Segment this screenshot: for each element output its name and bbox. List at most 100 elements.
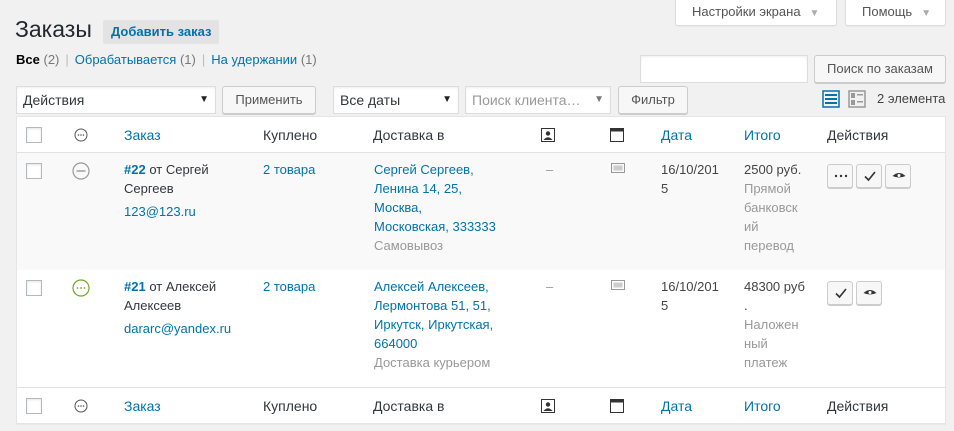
view-all-count: (2) bbox=[43, 52, 60, 67]
view-onhold-link[interactable]: На удержании bbox=[211, 52, 297, 67]
ellipsis-icon bbox=[834, 174, 848, 178]
payment-method: перевод bbox=[744, 238, 795, 253]
page-title: Заказы bbox=[15, 16, 92, 42]
order-date-line: 16/10/201 bbox=[661, 162, 719, 177]
address-line[interactable]: Москва, bbox=[374, 200, 422, 215]
orders-table: Заказ Куплено Доставка в Дата Итого Дейс… bbox=[16, 116, 946, 424]
column-actions: Действия bbox=[827, 127, 889, 143]
order-number-link[interactable]: #21 bbox=[124, 279, 146, 294]
status-column-icon bbox=[74, 399, 88, 413]
order-total: 2500 руб. Прямой банковск ий перевод bbox=[744, 160, 814, 255]
table-footer: Заказ Куплено Доставка в Дата Итого Дейс… bbox=[17, 387, 945, 423]
order-customer: от Сергей bbox=[149, 162, 209, 177]
filter-button[interactable]: Фильтр bbox=[618, 86, 688, 114]
customer-message-empty: – bbox=[546, 279, 554, 294]
view-processing-link[interactable]: Обрабатывается bbox=[75, 52, 177, 67]
bulk-actions-value: Действия bbox=[23, 92, 85, 108]
address-line[interactable]: Сергей Сергеев, bbox=[374, 162, 474, 177]
order-date-line: 16/10/201 bbox=[661, 279, 719, 294]
payment-method: банковск bbox=[744, 200, 798, 215]
column-order[interactable]: Заказ bbox=[124, 388, 161, 424]
order-date: 16/10/201 5 bbox=[661, 277, 719, 315]
customer-email-link[interactable]: 123@123.ru bbox=[124, 202, 196, 221]
status-onhold-icon bbox=[72, 162, 90, 180]
purchased-items-link[interactable]: 2 товара bbox=[263, 160, 315, 179]
order-notes-icon bbox=[610, 399, 624, 413]
total-amount: . bbox=[744, 298, 748, 313]
customer-message-empty: – bbox=[546, 162, 554, 177]
column-date[interactable]: Дата bbox=[661, 117, 692, 153]
column-total[interactable]: Итого bbox=[744, 388, 781, 424]
checkmark-icon bbox=[864, 171, 876, 182]
payment-method: Прямой bbox=[744, 181, 791, 196]
view-button[interactable] bbox=[856, 281, 882, 305]
processing-button[interactable] bbox=[827, 164, 853, 188]
list-view-icon[interactable] bbox=[822, 90, 840, 108]
excerpt-view-icon[interactable] bbox=[848, 90, 866, 108]
dropdown-arrow-icon: ▼ bbox=[199, 94, 209, 105]
status-processing-icon bbox=[72, 279, 90, 297]
eye-icon bbox=[892, 173, 906, 178]
order-date-line: 5 bbox=[661, 181, 669, 196]
row-checkbox[interactable] bbox=[26, 280, 42, 296]
column-total[interactable]: Итого bbox=[744, 117, 781, 153]
add-order-button[interactable]: Добавить заказ bbox=[103, 20, 220, 44]
order-note-icon[interactable] bbox=[611, 163, 625, 175]
customer-search-placeholder: Поиск клиента… bbox=[472, 92, 581, 108]
checkmark-icon bbox=[835, 288, 847, 299]
payment-method: ий bbox=[744, 219, 759, 234]
caret-down-icon: ▼ bbox=[809, 8, 820, 19]
order-title: #22 от Сергей Сергеев bbox=[124, 160, 254, 198]
customer-search-select[interactable]: Поиск клиента… ▼ bbox=[465, 86, 611, 114]
address-line[interactable]: Лермонтова 51, 51, bbox=[374, 298, 491, 313]
order-note-icon[interactable] bbox=[611, 280, 625, 292]
order-customer: от Алексей bbox=[149, 279, 217, 294]
complete-button[interactable] bbox=[856, 164, 882, 188]
payment-method: Наложен bbox=[744, 317, 799, 332]
column-ship-to: Доставка в bbox=[373, 127, 445, 143]
caret-down-icon: ▼ bbox=[921, 8, 932, 19]
apply-button[interactable]: Применить bbox=[222, 86, 316, 114]
row-checkbox[interactable] bbox=[26, 163, 42, 179]
dropdown-arrow-icon: ▼ bbox=[442, 94, 452, 105]
shipping-method: Доставка курьером bbox=[374, 355, 491, 370]
column-purchased: Куплено bbox=[263, 127, 318, 143]
column-date[interactable]: Дата bbox=[661, 388, 692, 424]
shipping-method: Самовывоз bbox=[374, 238, 443, 253]
items-count: 2 элемента bbox=[877, 91, 946, 106]
payment-method: платеж bbox=[744, 355, 788, 370]
order-number-link[interactable]: #22 bbox=[124, 162, 146, 177]
view-button[interactable] bbox=[885, 164, 911, 188]
select-all-checkbox[interactable] bbox=[26, 398, 42, 414]
customer-email-link[interactable]: dararc@yandex.ru bbox=[124, 319, 231, 338]
bulk-actions-select[interactable]: Действия ▼ bbox=[16, 86, 216, 114]
order-customer-surname: Сергеев bbox=[124, 181, 174, 196]
payment-method: ный bbox=[744, 336, 768, 351]
view-all-link[interactable]: Все bbox=[16, 52, 40, 67]
select-all-checkbox[interactable] bbox=[26, 127, 42, 143]
table-row: #21 от Алексей Алексеев dararc@yandex.ru… bbox=[17, 270, 945, 387]
column-order[interactable]: Заказ bbox=[124, 117, 161, 153]
order-search-input[interactable] bbox=[640, 55, 808, 83]
order-title: #21 от Алексей Алексеев bbox=[124, 277, 254, 315]
order-notes-icon bbox=[610, 128, 624, 142]
dropdown-arrow-icon: ▼ bbox=[594, 94, 604, 105]
search-orders-button[interactable]: Поиск по заказам bbox=[814, 55, 946, 83]
date-filter-select[interactable]: Все даты ▼ bbox=[333, 86, 459, 114]
address-line[interactable]: Ленина 14, 25, bbox=[374, 181, 462, 196]
address-line[interactable]: Иркутск, Иркутская, bbox=[374, 317, 493, 332]
screen-options-tab[interactable]: Настройки экрана ▼ bbox=[675, 0, 837, 26]
complete-button[interactable] bbox=[827, 281, 853, 305]
address-line[interactable]: Алексей Алексеев, bbox=[374, 279, 489, 294]
purchased-items-link[interactable]: 2 товара bbox=[263, 277, 315, 296]
total-amount: 48300 руб bbox=[744, 279, 805, 294]
help-tab[interactable]: Помощь ▼ bbox=[845, 0, 946, 26]
status-column-icon bbox=[74, 128, 88, 142]
column-purchased: Куплено bbox=[263, 398, 318, 414]
eye-icon bbox=[863, 290, 877, 295]
date-filter-value: Все даты bbox=[340, 92, 401, 108]
ship-to-address: Сергей Сергеев, Ленина 14, 25, Москва, М… bbox=[374, 160, 524, 255]
address-line[interactable]: 664000 bbox=[374, 336, 417, 351]
view-onhold-count: (1) bbox=[300, 52, 317, 67]
address-line[interactable]: Московская, 333333 bbox=[374, 219, 496, 234]
